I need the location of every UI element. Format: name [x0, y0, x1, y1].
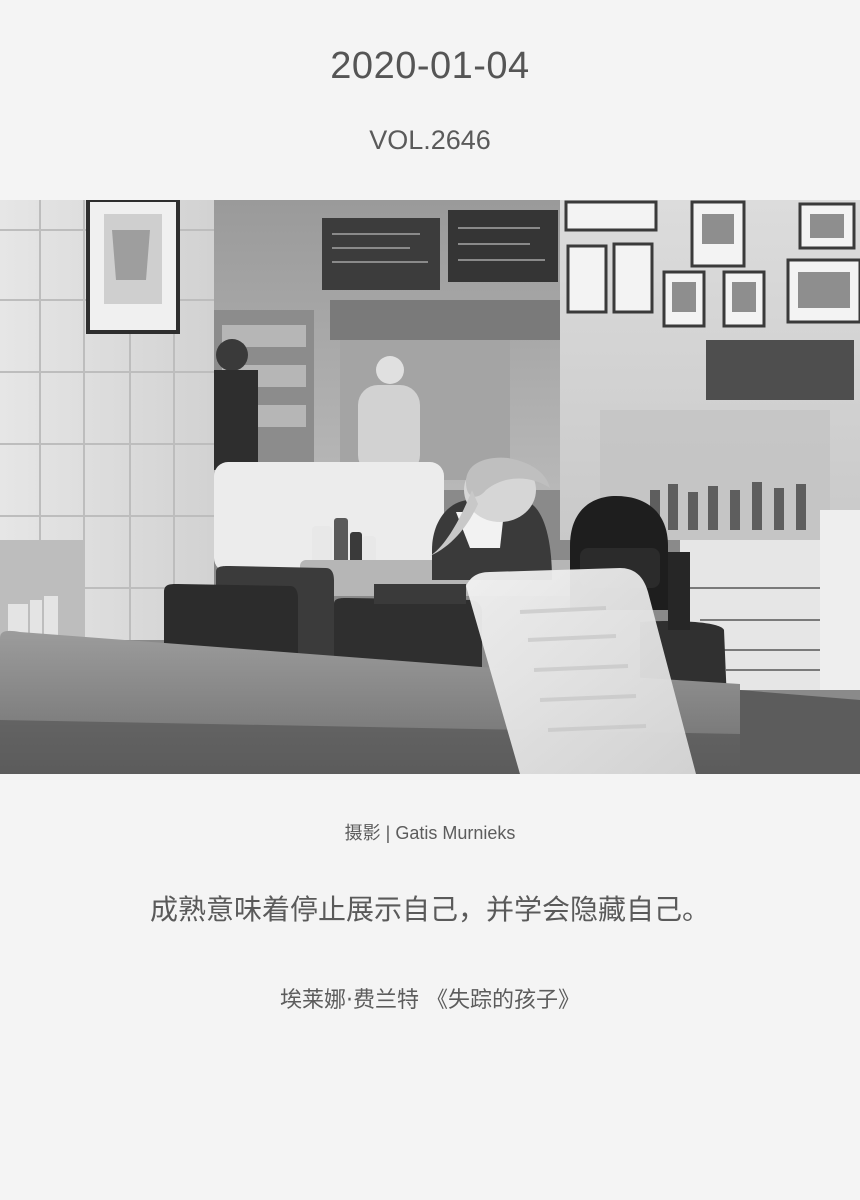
- photo-illustration: [0, 200, 860, 774]
- quote-text: 成熟意味着停止展示自己，并学会隐藏自己。: [149, 893, 710, 926]
- daily-card: 2020-01-04 VOL.2646 摄影 | Gatis Murnieks …: [0, 0, 860, 1200]
- photo-credit: 摄影 | Gatis Murnieks: [344, 823, 516, 843]
- featured-photo: [0, 200, 860, 774]
- quote-source: 埃莱娜·费兰特 《失踪的孩子》: [280, 988, 580, 1013]
- issue-volume: VOL.2646: [369, 125, 491, 155]
- issue-date: 2020-01-04: [330, 45, 530, 87]
